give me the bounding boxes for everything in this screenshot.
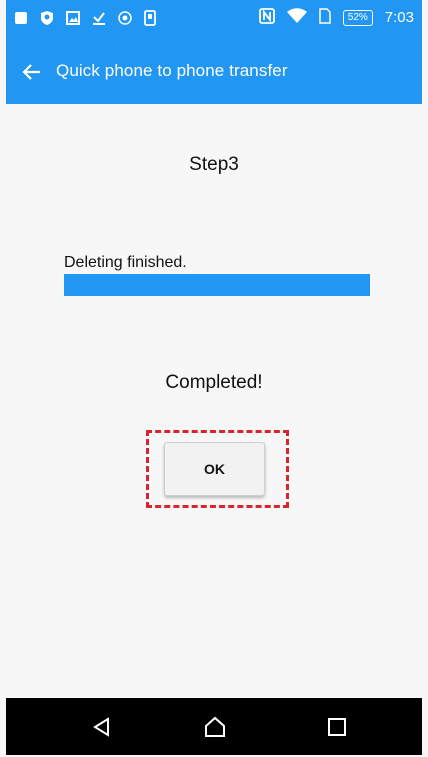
app-bar: Quick phone to phone transfer bbox=[6, 40, 422, 104]
step-title: Step3 bbox=[189, 154, 239, 175]
sim-icon bbox=[319, 8, 331, 27]
back-triangle-icon[interactable] bbox=[89, 714, 115, 740]
shield-icon bbox=[40, 10, 54, 31]
record-icon bbox=[118, 11, 132, 30]
status-bar: 52% 7:03 bbox=[6, 0, 422, 40]
download-check-icon bbox=[92, 11, 106, 30]
battery-icon: 52% bbox=[342, 9, 373, 26]
battery-percent: 52% bbox=[347, 11, 368, 23]
wifi-icon bbox=[286, 8, 307, 27]
phone-screen: 52% 7:03 Quick phone to phone transfer S… bbox=[0, 0, 428, 757]
main-content: Step3 Deleting finished. Completed! OK bbox=[6, 104, 422, 698]
phone-icon bbox=[144, 10, 156, 31]
arrow-left-icon[interactable] bbox=[18, 58, 46, 86]
progress-bar bbox=[64, 274, 370, 296]
nfc-icon bbox=[258, 8, 275, 27]
page-title: Quick phone to phone transfer bbox=[56, 61, 288, 80]
progress-label: Deleting finished. bbox=[64, 254, 187, 271]
recents-square-icon[interactable] bbox=[324, 714, 350, 740]
progress-fill bbox=[64, 274, 370, 296]
clock: 7:03 bbox=[384, 9, 414, 26]
navigation-bar bbox=[6, 698, 422, 755]
home-icon[interactable] bbox=[202, 714, 228, 740]
ok-button[interactable]: OK bbox=[164, 442, 265, 496]
image-icon bbox=[66, 11, 80, 30]
notification-icons bbox=[14, 10, 156, 31]
square-icon bbox=[14, 11, 28, 30]
system-icons: 52% 7:03 bbox=[258, 8, 414, 27]
status-text: Completed! bbox=[165, 372, 263, 393]
